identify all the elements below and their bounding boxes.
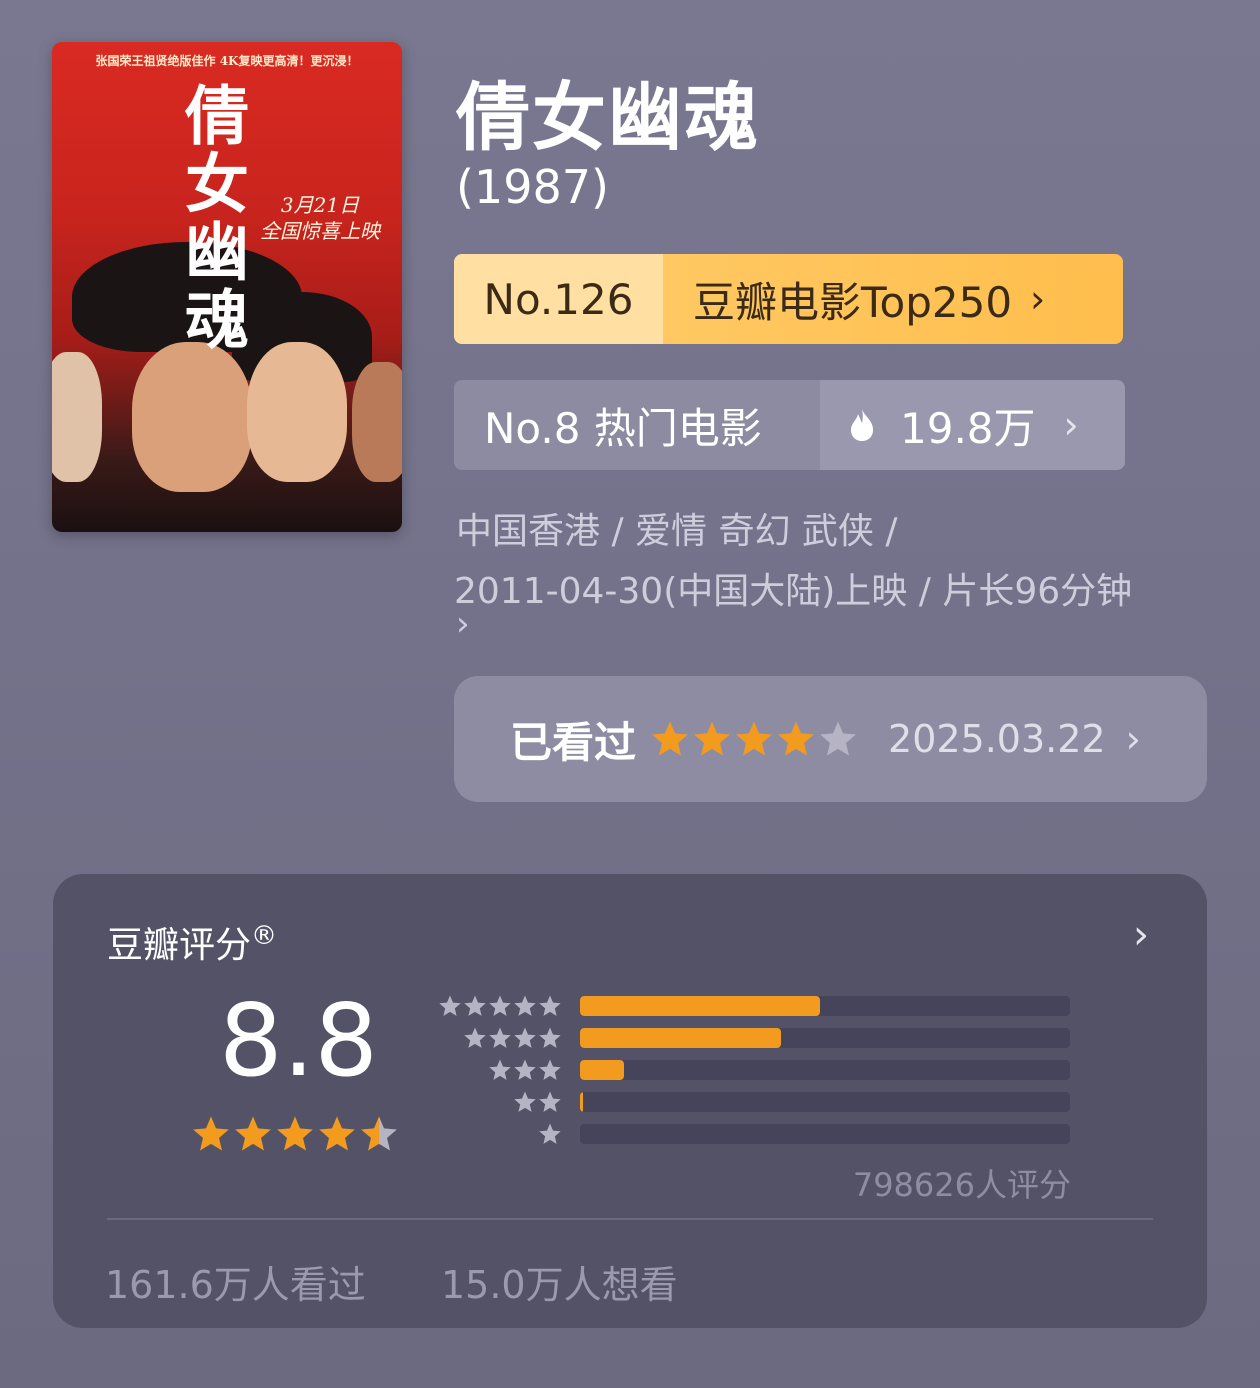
top250-list: 豆瓣电影Top250 › — [663, 254, 1123, 344]
star-icon — [652, 721, 688, 756]
poster-figure — [352, 362, 402, 482]
movie-poster[interactable]: 张国荣王祖贤绝版佳作 4K复映更高清！更沉浸！ 倩女幽魂 3月21日 全国惊喜上… — [52, 42, 402, 532]
movie-year: (1987) — [456, 160, 609, 214]
star-icon — [820, 721, 856, 756]
row-stars — [438, 1090, 562, 1114]
star-icon — [464, 995, 486, 1016]
row-stars — [438, 1122, 562, 1146]
rating-bar-track — [580, 1124, 1070, 1144]
top250-badge[interactable]: No.126 豆瓣电影Top250 › — [454, 254, 1123, 344]
movie-region-genres: 中国香港 / 爱情 奇幻 武侠 / — [456, 511, 898, 552]
want-count[interactable]: 15.0万人想看 — [441, 1254, 678, 1309]
rating-stars — [191, 1114, 399, 1154]
row-stars — [438, 994, 562, 1018]
star-icon — [778, 721, 814, 756]
flame-icon — [851, 409, 873, 441]
rating-dist-row — [438, 1022, 1070, 1054]
rating-score: 8.8 — [219, 982, 379, 1099]
rating-dist-row — [438, 990, 1070, 1022]
rating-dist-row — [438, 1118, 1070, 1150]
rating-bar-track — [580, 1092, 1070, 1112]
star-icon — [694, 721, 730, 756]
watched-date: 2025.03.22 — [888, 717, 1106, 761]
star-icon — [464, 1027, 486, 1048]
chevron-right-icon[interactable]: › — [1133, 912, 1149, 958]
top250-list-label: 豆瓣电影Top250 — [693, 277, 1013, 327]
rating-distribution — [438, 990, 1070, 1150]
rating-dist-row — [438, 1054, 1070, 1086]
star-icon — [539, 1091, 561, 1112]
hot-count: 19.8万 — [900, 403, 1036, 453]
rating-bar-fill — [580, 996, 821, 1016]
rating-bar-track — [580, 1028, 1070, 1048]
rating-dist-row — [438, 1086, 1070, 1118]
rating-bar-fill — [580, 1060, 625, 1080]
star-icon — [539, 1059, 561, 1080]
star-icon — [539, 1123, 561, 1144]
rating-bar-fill — [580, 1028, 781, 1048]
poster-figure — [132, 342, 252, 492]
star-icon — [439, 995, 461, 1016]
top250-rank: No.126 — [454, 254, 663, 344]
chevron-right-icon: › — [1030, 277, 1046, 321]
poster-release-text: 全国惊喜上映 — [260, 219, 380, 243]
rating-count: 798626人评分 — [852, 1166, 1071, 1204]
chevron-right-icon[interactable]: › — [456, 604, 470, 644]
star-icon — [736, 721, 772, 756]
rating-bar-track — [580, 996, 1070, 1016]
hot-rank: No.8 热门电影 — [454, 380, 820, 470]
hot-count-area: 19.8万 › — [820, 380, 1125, 470]
poster-tagline: 张国荣王祖贤绝版佳作 4K复映更高清！更沉浸！ — [95, 54, 359, 68]
chevron-right-icon: › — [1063, 403, 1079, 447]
hot-movie-badge[interactable]: No.8 热门电影 19.8万 › — [454, 380, 1125, 470]
poster-release: 3月21日 全国惊喜上映 — [250, 192, 390, 244]
rating-bar-fill — [580, 1092, 583, 1112]
watched-status-bar[interactable]: 已看过 2025.03.22 › — [454, 676, 1207, 802]
movie-release-runtime: 2011-04-30(中国大陆)上映 / 片长96分钟 — [454, 571, 1133, 612]
star-icon — [319, 1116, 355, 1151]
registered-mark: ® — [251, 921, 278, 951]
divider — [107, 1218, 1153, 1220]
rating-bar-track — [580, 1060, 1070, 1080]
star-icon — [361, 1116, 397, 1151]
star-icon — [235, 1116, 271, 1151]
star-icon — [514, 1027, 536, 1048]
rating-header-label: 豆瓣评分 — [107, 925, 252, 966]
poster-release-date: 3月21日 — [280, 193, 360, 217]
star-icon — [489, 1059, 511, 1080]
star-icon — [514, 1059, 536, 1080]
poster-figure — [52, 352, 102, 482]
chevron-right-icon: › — [1125, 717, 1141, 761]
star-icon — [514, 995, 536, 1016]
star-icon — [277, 1116, 313, 1151]
poster-figure — [247, 342, 347, 482]
poster-title: 倩女幽魂 — [174, 82, 249, 354]
movie-title: 倩女幽魂 — [456, 75, 760, 161]
star-icon — [539, 995, 561, 1016]
douban-rating-card[interactable]: 豆瓣评分® › 8.8 798626人评分 161.6万人看过 15.0万人想看 — [53, 874, 1207, 1328]
rating-header: 豆瓣评分® — [107, 916, 277, 968]
watched-count[interactable]: 161.6万人看过 — [105, 1254, 366, 1309]
star-icon — [489, 1027, 511, 1048]
star-icon — [514, 1091, 536, 1112]
row-stars — [438, 1026, 562, 1050]
star-icon — [539, 1027, 561, 1048]
user-rating-stars — [650, 719, 858, 759]
star-icon — [193, 1116, 229, 1151]
row-stars — [438, 1058, 562, 1082]
watched-label: 已看过 — [510, 717, 637, 767]
star-icon — [489, 995, 511, 1016]
